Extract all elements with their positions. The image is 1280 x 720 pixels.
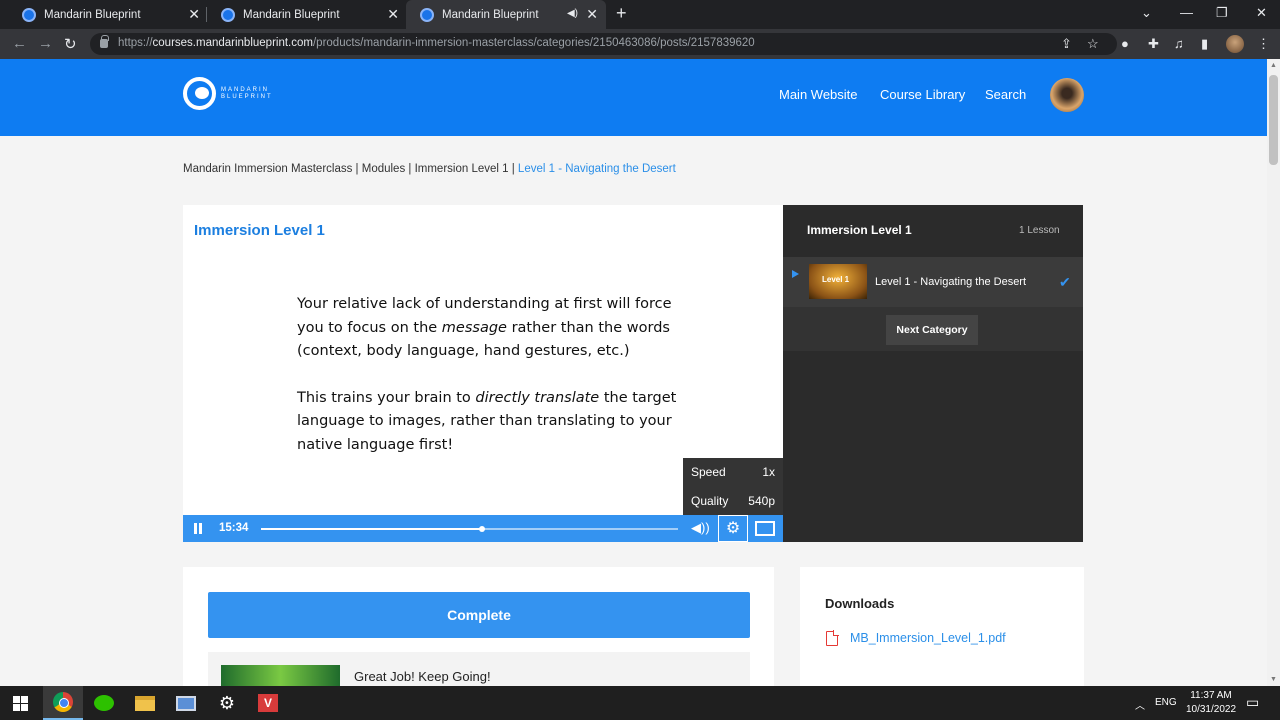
lesson-count: 1 Lesson bbox=[1019, 225, 1060, 236]
complete-button[interactable]: Complete bbox=[208, 592, 750, 638]
restore-icon[interactable]: ❐ bbox=[1216, 5, 1228, 21]
nav-search[interactable]: Search bbox=[985, 87, 1026, 102]
forward-icon[interactable]: → bbox=[38, 35, 53, 52]
back-icon[interactable]: ← bbox=[12, 35, 27, 52]
slide-text: Your relative lack of understanding at f… bbox=[297, 296, 677, 453]
scrollbar-thumb[interactable] bbox=[1269, 75, 1278, 165]
tray-chevron-icon[interactable]: ︿ bbox=[1135, 697, 1145, 712]
breadcrumb-current[interactable]: Level 1 - Navigating the Desert bbox=[518, 163, 676, 175]
scroll-up-icon[interactable]: ▲ bbox=[1270, 62, 1277, 69]
close-window-icon[interactable]: ✕ bbox=[1256, 5, 1267, 21]
next-category-button[interactable]: Next Category bbox=[886, 315, 978, 345]
bookmark-star-icon[interactable]: ☆ bbox=[1087, 36, 1099, 52]
tab-search-icon[interactable]: ⌄ bbox=[1141, 5, 1152, 21]
seek-handle[interactable] bbox=[479, 526, 485, 532]
breadcrumb-path[interactable]: Mandarin Immersion Masterclass | Modules… bbox=[183, 163, 518, 175]
taskbar-file-explorer[interactable] bbox=[125, 686, 165, 720]
sidebar-title: Immersion Level 1 bbox=[807, 223, 912, 237]
speed-label[interactable]: Speed bbox=[691, 465, 726, 479]
player-settings-menu: Speed 1x Quality 540p bbox=[683, 458, 783, 515]
seek-progress bbox=[261, 528, 482, 530]
close-tab-icon[interactable]: ✕ bbox=[586, 6, 598, 23]
new-tab-button[interactable]: + bbox=[616, 3, 627, 24]
lesson-sidebar bbox=[783, 205, 1083, 542]
downloads-card bbox=[800, 567, 1084, 686]
extension-icon[interactable]: ● bbox=[1121, 36, 1129, 51]
pause-icon[interactable] bbox=[194, 523, 202, 534]
quality-value[interactable]: 540p bbox=[748, 494, 775, 508]
mandarin-blueprint-favicon bbox=[221, 7, 235, 22]
seek-bar[interactable] bbox=[261, 526, 678, 532]
speed-value[interactable]: 1x bbox=[762, 465, 775, 479]
media-control-icon[interactable]: ♫ bbox=[1174, 36, 1184, 51]
pdf-download-link[interactable]: MB_Immersion_Level_1.pdf bbox=[850, 631, 1006, 645]
downloads-title: Downloads bbox=[825, 596, 895, 611]
system-clock[interactable]: 11:37 AM 10/31/2022 bbox=[1180, 689, 1242, 717]
close-tab-icon[interactable]: ✕ bbox=[387, 6, 399, 23]
mandarin-blueprint-favicon bbox=[420, 7, 434, 22]
clock-date: 10/31/2022 bbox=[1185, 704, 1237, 715]
sidebar-lesson-title[interactable]: Level 1 - Navigating the Desert bbox=[875, 276, 1026, 288]
pdf-file-icon bbox=[826, 630, 839, 646]
app-v-icon: V bbox=[258, 694, 278, 712]
player-controls: 15:34 ◀)) ⚙ bbox=[183, 515, 783, 542]
taskbar-this-pc[interactable] bbox=[166, 686, 206, 720]
computer-icon bbox=[176, 695, 196, 711]
user-avatar[interactable] bbox=[1050, 78, 1084, 112]
clock-time: 11:37 AM bbox=[1190, 690, 1232, 701]
next-lesson-thumbnail[interactable] bbox=[221, 665, 340, 686]
taskbar-chrome[interactable] bbox=[43, 686, 83, 720]
chrome-icon bbox=[53, 692, 73, 712]
profile-avatar[interactable] bbox=[1226, 35, 1244, 53]
settings-icon: ⚙ bbox=[218, 692, 236, 713]
mandarin-blueprint-favicon bbox=[22, 7, 36, 22]
lesson-title: Immersion Level 1 bbox=[194, 222, 325, 239]
breadcrumb: Mandarin Immersion Masterclass | Modules… bbox=[183, 163, 676, 175]
now-playing-icon bbox=[792, 270, 799, 278]
close-tab-icon[interactable]: ✕ bbox=[188, 6, 200, 23]
browser-tab[interactable]: Mandarin Blueprint ✕ bbox=[8, 0, 208, 29]
tab-title: Mandarin Blueprint bbox=[442, 8, 539, 21]
great-job-text: Great Job! Keep Going! bbox=[354, 669, 491, 684]
taskbar-settings[interactable]: ⚙ bbox=[207, 686, 247, 720]
start-button[interactable] bbox=[0, 686, 40, 720]
taskbar-wechat[interactable] bbox=[84, 686, 124, 720]
extensions-puzzle-icon[interactable]: ✚ bbox=[1148, 36, 1159, 52]
windows-logo-icon bbox=[12, 695, 28, 711]
tab-title: Mandarin Blueprint bbox=[243, 8, 340, 21]
browser-tab-active[interactable]: Mandarin Blueprint ◀) ✕ bbox=[406, 0, 606, 29]
logo-text[interactable]: MANDARIN BLUEPRINT bbox=[221, 87, 273, 101]
logo-icon[interactable] bbox=[183, 77, 216, 110]
share-icon[interactable]: ⇪ bbox=[1061, 36, 1072, 52]
playback-time: 15:34 bbox=[219, 522, 249, 534]
volume-icon[interactable]: ◀)) bbox=[691, 520, 710, 536]
wechat-icon bbox=[94, 695, 114, 711]
lock-icon bbox=[100, 35, 109, 48]
browser-tab[interactable]: Mandarin Blueprint ✕ bbox=[207, 0, 407, 29]
tab-audio-icon[interactable]: ◀) bbox=[567, 8, 578, 19]
menu-icon[interactable]: ⋮ bbox=[1257, 36, 1270, 52]
address-bar[interactable]: https://courses.mandarinblueprint.com/pr… bbox=[90, 33, 1117, 55]
nav-main-website[interactable]: Main Website bbox=[779, 87, 858, 102]
nav-course-library[interactable]: Course Library bbox=[880, 87, 965, 102]
minimize-icon[interactable]: — bbox=[1180, 5, 1193, 20]
side-panel-icon[interactable]: ▮ bbox=[1201, 36, 1208, 52]
taskbar-app[interactable]: V bbox=[248, 686, 288, 720]
fullscreen-icon[interactable] bbox=[755, 521, 775, 536]
notifications-icon[interactable]: ▭ bbox=[1246, 694, 1259, 711]
language-indicator[interactable]: ENG bbox=[1155, 697, 1177, 708]
tab-title: Mandarin Blueprint bbox=[44, 8, 141, 21]
folder-icon bbox=[135, 695, 155, 711]
thumbnail-label: Level 1 bbox=[822, 275, 850, 284]
quality-label[interactable]: Quality bbox=[691, 494, 728, 508]
completed-check-icon: ✔ bbox=[1059, 274, 1071, 290]
scroll-down-icon[interactable]: ▼ bbox=[1270, 676, 1277, 683]
reload-icon[interactable]: ↻ bbox=[64, 35, 77, 53]
url-text: https://courses.mandarinblueprint.com/pr… bbox=[118, 37, 755, 49]
settings-gear-icon[interactable]: ⚙ bbox=[718, 515, 748, 542]
